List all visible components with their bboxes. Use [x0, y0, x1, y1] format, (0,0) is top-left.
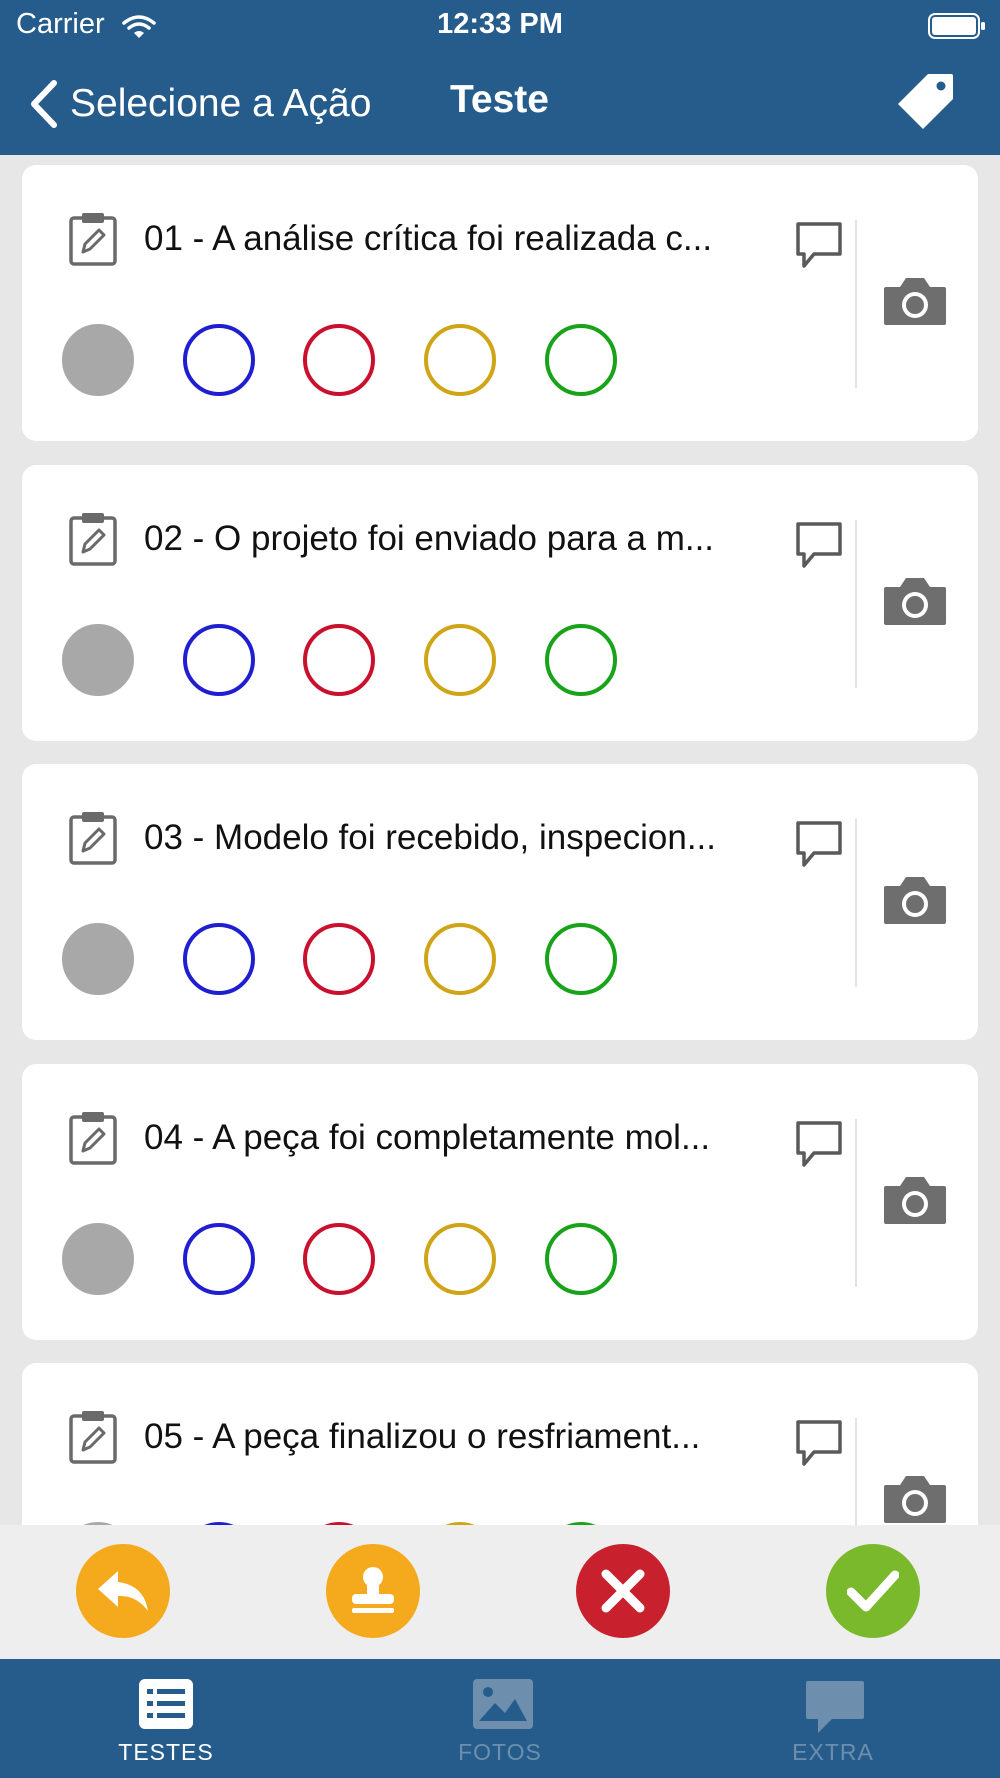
tab-testes[interactable]: TESTES	[66, 1659, 266, 1778]
divider	[855, 220, 857, 388]
reject-button[interactable]	[576, 1544, 670, 1638]
close-icon	[601, 1569, 645, 1613]
image-icon	[473, 1679, 533, 1729]
camera-icon[interactable]	[882, 874, 948, 931]
page-title: Teste	[450, 78, 549, 121]
status-option-radio[interactable]	[424, 1222, 496, 1295]
test-list[interactable]: 01 - A análise crítica foi realizada c..…	[0, 155, 1000, 1525]
test-item-card[interactable]: 04 - A peça foi completamente mol...	[22, 1063, 978, 1340]
tab-label: FOTOS	[458, 1739, 542, 1765]
tag-icon	[898, 74, 953, 129]
status-option-radio[interactable]	[303, 923, 375, 995]
test-item-title: 03 - Modelo foi recebido, inspecion...	[144, 818, 716, 857]
camera-icon[interactable]	[882, 1174, 948, 1231]
status-option-radio[interactable]	[183, 1222, 255, 1295]
comment-icon[interactable]	[794, 520, 844, 575]
comment-icon[interactable]	[794, 819, 844, 874]
clipboard-edit-icon	[68, 510, 118, 571]
stamp-button[interactable]	[326, 1544, 420, 1638]
approve-button[interactable]	[826, 1544, 920, 1638]
status-option-radio[interactable]	[183, 623, 255, 696]
tab-extra[interactable]: EXTRA	[733, 1659, 933, 1778]
clipboard-edit-icon	[68, 1408, 118, 1469]
status-option-radio[interactable]	[183, 324, 255, 396]
comment-icon[interactable]	[794, 1418, 844, 1473]
clipboard-edit-icon	[68, 210, 118, 271]
back-label: Selecione a Ação	[70, 82, 372, 125]
status-option-radio[interactable]	[303, 324, 375, 396]
status-option-radio[interactable]	[303, 1222, 375, 1295]
tab-fotos[interactable]: FOTOS	[400, 1659, 600, 1778]
test-item-title: 01 - A análise crítica foi realizada c..…	[144, 219, 713, 258]
chevron-left-icon	[31, 80, 57, 128]
back-button[interactable]: Selecione a Ação	[28, 76, 371, 132]
test-item-card[interactable]: 01 - A análise crítica foi realizada c..…	[22, 165, 978, 441]
battery-icon	[928, 12, 986, 48]
status-option-radio[interactable]	[303, 623, 375, 696]
status-option-radio[interactable]	[545, 623, 617, 696]
status-option-radio[interactable]	[62, 923, 134, 995]
speech-bubble-icon	[806, 1681, 864, 1733]
tag-button[interactable]	[896, 70, 956, 135]
camera-icon[interactable]	[882, 1473, 948, 1525]
divider	[855, 1418, 857, 1525]
tab-label: EXTRA	[792, 1739, 874, 1765]
test-item-card[interactable]: 03 - Modelo foi recebido, inspecion...	[22, 764, 978, 1040]
undo-button[interactable]	[76, 1544, 170, 1638]
list-icon	[139, 1679, 193, 1729]
status-option-radio[interactable]	[424, 923, 496, 995]
divider	[855, 1118, 857, 1287]
status-option-radio[interactable]	[183, 923, 255, 995]
top-bar: Carrier 12:33 PM Selecione a Ação Teste	[0, 0, 1000, 155]
status-option-radio[interactable]	[545, 923, 617, 995]
navigation-bar: Selecione a Ação Teste	[0, 66, 1000, 140]
clipboard-edit-icon	[68, 809, 118, 870]
status-option-radio[interactable]	[62, 623, 134, 696]
tab-bar: TESTES FOTOS EXTRA	[0, 1659, 1000, 1778]
divider	[855, 819, 857, 987]
status-option-radio[interactable]	[424, 623, 496, 696]
clock: 12:33 PM	[437, 8, 563, 40]
test-item-card[interactable]: 02 - O projeto foi enviado para a m...	[22, 464, 978, 741]
tab-label: TESTES	[118, 1739, 214, 1765]
stamp-icon	[352, 1567, 394, 1613]
divider	[855, 519, 857, 688]
reply-icon	[98, 1571, 148, 1611]
checkmark-icon	[847, 1570, 899, 1612]
status-option-radio[interactable]	[424, 324, 496, 396]
test-item-card[interactable]: 05 - A peça finalizou o resfriament...	[22, 1363, 978, 1525]
camera-icon[interactable]	[882, 275, 948, 332]
status-option-radio[interactable]	[62, 324, 134, 396]
test-item-title: 04 - A peça foi completamente mol...	[144, 1117, 711, 1157]
comment-icon[interactable]	[794, 1119, 844, 1174]
camera-icon[interactable]	[882, 575, 948, 632]
comment-icon[interactable]	[794, 220, 844, 275]
action-bar	[0, 1525, 1000, 1659]
status-option-radio[interactable]	[545, 324, 617, 396]
test-item-title: 05 - A peça finalizou o resfriament...	[144, 1417, 701, 1456]
test-item-title: 02 - O projeto foi enviado para a m...	[144, 518, 715, 558]
status-option-radio[interactable]	[545, 1222, 617, 1295]
status-option-radio[interactable]	[62, 1222, 134, 1295]
status-bar: Carrier 12:33 PM	[0, 8, 1000, 44]
clipboard-edit-icon	[68, 1109, 118, 1170]
